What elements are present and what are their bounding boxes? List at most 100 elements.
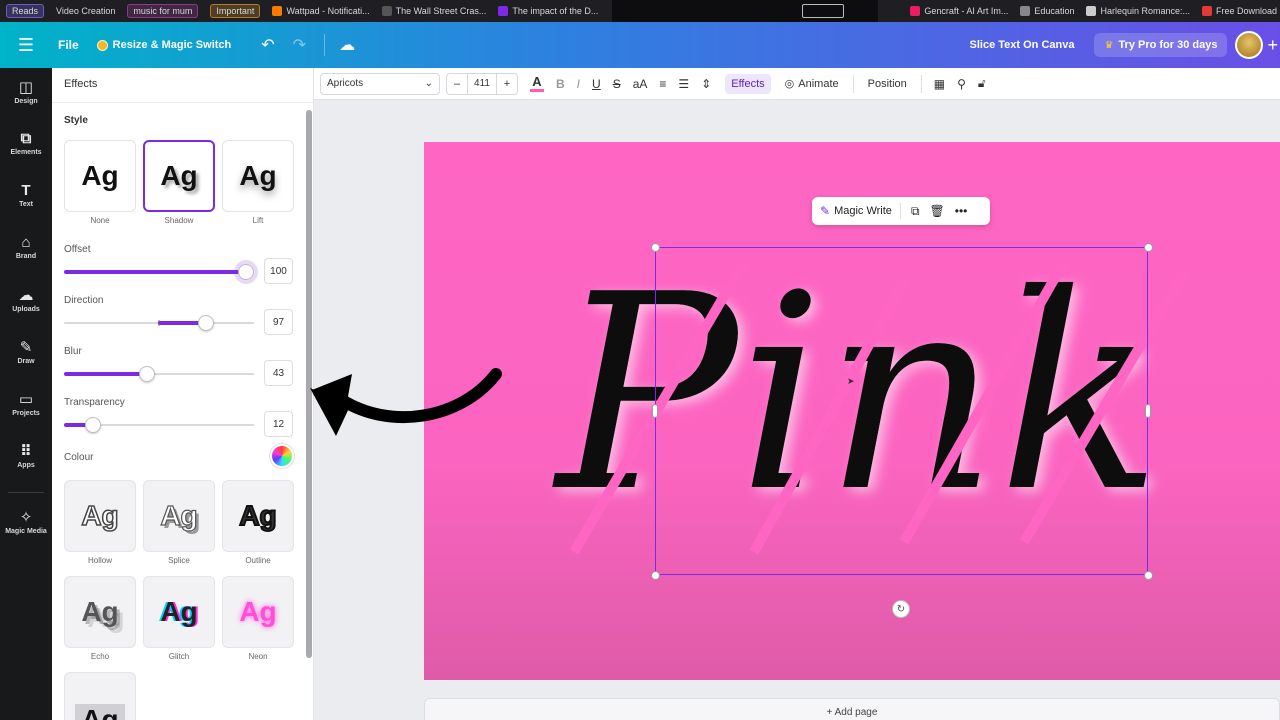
italic-icon[interactable]: I: [577, 77, 580, 91]
rail-item-projects[interactable]: ▭ Projects: [0, 390, 52, 417]
rotate-icon[interactable]: ↻: [892, 600, 910, 618]
selection-box: [655, 247, 1148, 575]
offset-slider[interactable]: [64, 264, 254, 280]
animate-icon: ◎: [784, 78, 795, 90]
bookmark-item[interactable]: Free Download Books: [1196, 0, 1280, 22]
slider-thumb[interactable]: [238, 264, 254, 280]
rail-item-brand[interactable]: ⌂ Brand: [0, 234, 52, 260]
bookmark-item[interactable]: music for mum: [121, 0, 204, 22]
avatar[interactable]: [1235, 31, 1264, 59]
slider-thumb[interactable]: [139, 366, 155, 382]
resize-handle-right[interactable]: [1145, 404, 1151, 418]
rail-item-text[interactable]: T Text: [0, 182, 52, 208]
cloud-save-icon[interactable]: ☁: [339, 35, 355, 55]
effect-style-tile[interactable]: Ag: [222, 140, 294, 212]
slider-thumb[interactable]: [198, 315, 214, 331]
bookmark-item[interactable]: Reads: [0, 0, 50, 22]
bookmark-item[interactable]: Wattpad - Notificati...: [266, 0, 375, 22]
bookmark-item[interactable]: The impact of the D...: [492, 0, 604, 22]
bookmark-item[interactable]: The Wall Street Cras...: [376, 0, 493, 22]
blur-value-input[interactable]: 43: [264, 360, 293, 386]
duplicate-icon[interactable]: ⧉: [911, 204, 920, 219]
effect-style-tile[interactable]: Ag: [64, 672, 136, 720]
panel-divider: [52, 102, 313, 103]
rail-item-apps[interactable]: ⠿ Apps: [0, 442, 52, 469]
file-menu-button[interactable]: File: [58, 38, 79, 52]
spacing-icon[interactable]: ⇕: [701, 77, 711, 91]
bookmark-item[interactable]: Gencraft - AI Art Im...: [904, 0, 1014, 22]
bookmark-item[interactable]: Harlequin Romance:...: [1080, 0, 1196, 22]
mouse-cursor-icon: ➤: [847, 376, 855, 386]
align-center-icon[interactable]: ≡: [659, 77, 666, 91]
effect-style-tile[interactable]: Ag: [143, 140, 215, 212]
try-pro-button[interactable]: ♛ Try Pro for 30 days: [1094, 33, 1228, 57]
text-color-icon: A: [532, 73, 542, 89]
underline-icon[interactable]: U: [592, 77, 601, 91]
list-icon[interactable]: ☰: [678, 77, 689, 91]
resize-handle-bottom-left[interactable]: [651, 571, 660, 580]
bookmark-item[interactable]: Education: [1014, 0, 1080, 22]
blur-slider[interactable]: [64, 366, 254, 382]
resize-handle-bottom-right[interactable]: [1144, 571, 1153, 580]
rail-item-design[interactable]: ◫ Design: [0, 78, 52, 105]
magic-write-button[interactable]: ✎ Magic Write: [820, 204, 892, 218]
apps-icon: ⠿: [20, 443, 32, 460]
text-color-button[interactable]: A: [530, 73, 544, 92]
resize-magic-switch-button[interactable]: Resize & Magic Switch: [96, 39, 231, 51]
colour-picker-swatch[interactable]: [270, 444, 294, 468]
letter-case-icon[interactable]: aA: [633, 77, 648, 91]
effect-style-tile[interactable]: Ag: [222, 480, 294, 552]
font-size-input[interactable]: 411: [467, 73, 497, 94]
add-page-button[interactable]: + Add page: [424, 698, 1280, 720]
trash-icon[interactable]: 🗑︎: [930, 204, 945, 218]
effect-style-label: Lift: [252, 216, 264, 225]
rail-item-draw[interactable]: ✎ Draw: [0, 338, 52, 365]
resize-handle-top-left[interactable]: [651, 243, 660, 252]
copy-style-icon[interactable]: ⚲: [957, 77, 966, 91]
effects-button[interactable]: Effects: [725, 73, 771, 94]
document-title[interactable]: Slice Text On Canva: [970, 39, 1075, 51]
direction-value-input[interactable]: 97: [264, 309, 293, 335]
effect-style-tile[interactable]: Ag: [64, 576, 136, 648]
effect-style-preview: Ag: [75, 704, 125, 720]
effect-style-label: Glitch: [168, 652, 190, 661]
rail-item-uploads[interactable]: ☁ Uploads: [0, 286, 52, 313]
transparency-icon[interactable]: ▦: [934, 77, 945, 91]
bold-icon[interactable]: B: [556, 77, 565, 91]
effect-style-tile[interactable]: Ag: [222, 576, 294, 648]
direction-slider[interactable]: [64, 315, 254, 331]
strikethrough-icon[interactable]: S: [613, 77, 621, 91]
top-bar: ☰ File Resize & Magic Switch ↶ ↷ ☁ Slice…: [0, 22, 1280, 68]
rail-item-elements[interactable]: ⧉ Elements: [0, 130, 52, 156]
bookmark-item[interactable]: Important: [204, 0, 266, 22]
effect-style-tile[interactable]: Ag: [64, 480, 136, 552]
rail-item-magic-media[interactable]: ✧ Magic Media: [0, 508, 52, 535]
bookmark-item[interactable]: Video Creation: [50, 0, 121, 22]
toolbar-divider: [852, 74, 854, 93]
resize-handle-top-right[interactable]: [1144, 243, 1153, 252]
effect-style-tile[interactable]: Ag: [143, 480, 215, 552]
hamburger-menu-icon[interactable]: ☰: [0, 35, 52, 56]
effect-style-tile[interactable]: Ag: [64, 140, 136, 212]
bookmark-label: The Wall Street Cras...: [395, 6, 487, 16]
add-collaborator-icon[interactable]: +: [1267, 35, 1278, 56]
rail-item-label: Projects: [12, 410, 40, 417]
slider-thumb[interactable]: [85, 417, 101, 433]
resize-handle-left[interactable]: [652, 404, 658, 418]
font-family-select[interactable]: Apricots ⌄: [320, 72, 440, 95]
decrease-size-button[interactable]: –: [447, 74, 467, 94]
offset-value-input[interactable]: 100: [264, 258, 293, 284]
redo-icon[interactable]: ↷: [293, 35, 306, 55]
bookmark-favicon-icon: [1086, 6, 1097, 16]
undo-icon[interactable]: ↶: [261, 35, 274, 55]
more-options-icon[interactable]: •••: [955, 204, 968, 218]
left-rail: ◫ Design ⧉ Elements T Text ⌂ Brand ☁ Uploads ✎ Draw…: [0, 68, 52, 720]
position-button[interactable]: Position: [868, 78, 907, 90]
bookmark-label: music for mum: [127, 4, 199, 18]
transparency-value-input[interactable]: 12: [264, 411, 293, 437]
effect-style-tile[interactable]: Ag: [143, 576, 215, 648]
transparency-slider[interactable]: [64, 417, 254, 433]
animate-button[interactable]: ◎ Animate: [784, 77, 839, 91]
increase-size-button[interactable]: +: [497, 74, 517, 94]
lock-icon[interactable]: 🔓︎: [978, 76, 986, 91]
